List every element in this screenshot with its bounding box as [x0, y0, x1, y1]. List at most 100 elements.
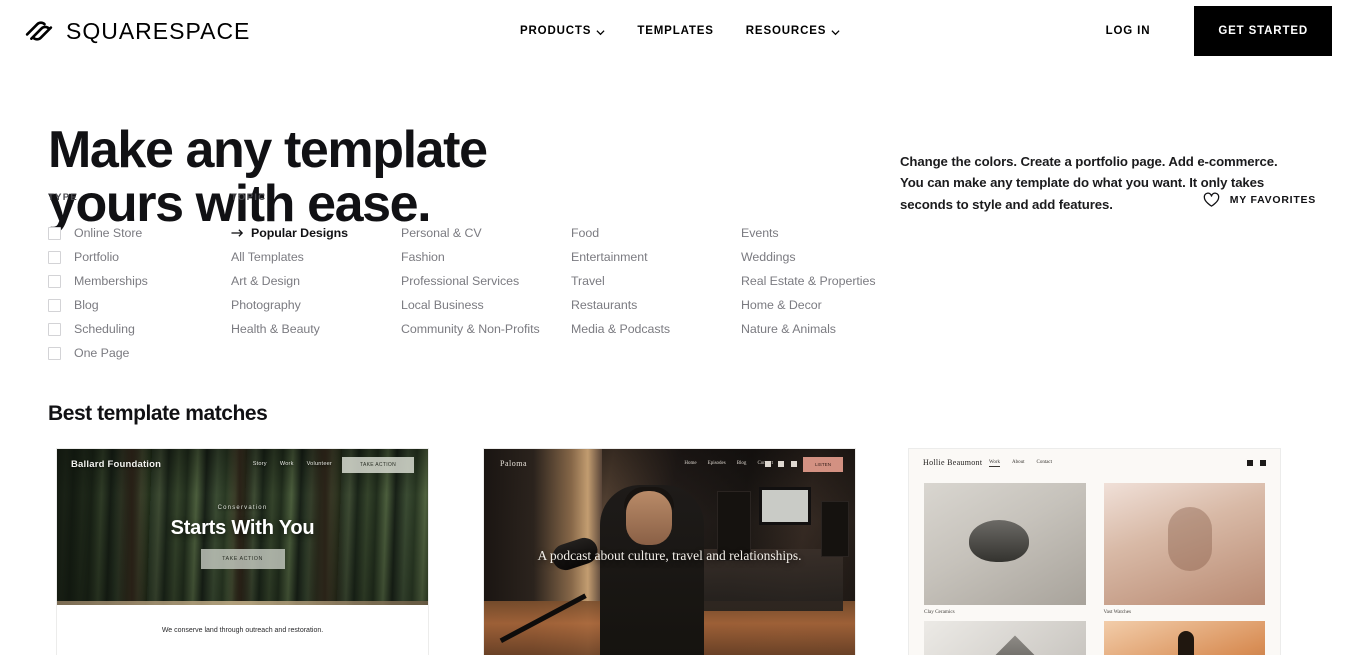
topic-all-templates[interactable]: All Templates: [231, 245, 401, 269]
topic-label: Home & Decor: [741, 298, 822, 312]
topic-art-and-design[interactable]: Art & Design: [231, 269, 401, 293]
topic-media-and-podcasts[interactable]: Media & Podcasts: [571, 317, 741, 341]
nav-templates-label: TEMPLATES: [637, 25, 714, 37]
template-site-nav: Work About Contact: [989, 460, 1052, 467]
topic-events[interactable]: Events: [741, 221, 911, 245]
topic-filter-section: TOPIC Popular Designs All Templates Art …: [231, 192, 1131, 341]
template-nav-button-label: LISTEN: [814, 462, 832, 467]
checkbox-icon[interactable]: [48, 346, 61, 360]
topic-label: Media & Podcasts: [571, 322, 671, 336]
topic-community-and-non-profits[interactable]: Community & Non-Profits: [401, 317, 571, 341]
topic-label: Restaurants: [571, 298, 638, 312]
topic-label: Real Estate & Properties: [741, 274, 876, 288]
pinterest-icon: [1247, 460, 1253, 466]
topic-label: Art & Design: [231, 274, 300, 288]
type-filter-one-page[interactable]: One Page: [48, 341, 218, 365]
topic-label: Community & Non-Profits: [401, 322, 540, 336]
type-filter-online-store[interactable]: Online Store: [48, 221, 218, 245]
checkbox-icon[interactable]: [48, 274, 61, 288]
topic-column-4: Events Weddings Real Estate & Properties…: [741, 221, 911, 341]
preview-decor: [759, 487, 811, 525]
brand-logo[interactable]: SQUARESPACE: [22, 14, 250, 48]
topic-label: Popular Designs: [251, 226, 349, 240]
my-favorites-button[interactable]: MY FAVORITES: [1203, 192, 1316, 208]
hero-section: Make any template yours with ease. Chang…: [0, 62, 1360, 230]
instagram-icon: [765, 461, 771, 467]
checkbox-icon[interactable]: [48, 250, 61, 264]
template-cta-button: TAKE ACTION: [200, 549, 285, 569]
type-filter-blog[interactable]: Blog: [48, 293, 218, 317]
topic-label: Personal & CV: [401, 226, 482, 240]
topic-food[interactable]: Food: [571, 221, 741, 245]
topic-health-and-beauty[interactable]: Health & Beauty: [231, 317, 401, 341]
results-heading: Best template matches: [48, 402, 268, 425]
topic-label: Weddings: [741, 250, 796, 264]
topic-entertainment[interactable]: Entertainment: [571, 245, 741, 269]
topic-label: Professional Services: [401, 274, 520, 288]
type-filter-scheduling[interactable]: Scheduling: [48, 317, 218, 341]
template-nav-item: Blog: [736, 461, 747, 466]
template-card-ballard-foundation[interactable]: Ballard Foundation Story Work Volunteer …: [56, 448, 429, 655]
facebook-icon: [791, 461, 797, 467]
primary-nav: PRODUCTS TEMPLATES RESOURCES: [520, 0, 840, 62]
topic-filter-grid: Popular Designs All Templates Art & Desi…: [231, 221, 1131, 341]
topic-column-1: Popular Designs All Templates Art & Desi…: [231, 221, 401, 341]
portfolio-caption: Clay Ceramics: [924, 609, 955, 615]
template-nav-item: Episodes: [707, 461, 726, 466]
template-nav-item: Work: [989, 460, 1000, 467]
template-cta-label: TAKE ACTION: [222, 556, 263, 562]
checkbox-icon[interactable]: [48, 226, 61, 240]
brand-name: SQUARESPACE: [66, 17, 251, 44]
topic-weddings[interactable]: Weddings: [741, 245, 911, 269]
template-nav-item: Volunteer: [306, 461, 332, 467]
preview-decor: [821, 501, 849, 557]
portfolio-thumbnail: [1103, 483, 1265, 605]
topic-restaurants[interactable]: Restaurants: [571, 293, 741, 317]
template-nav-item: Contact: [1036, 460, 1053, 465]
template-site-name: Hollie Beaumont: [923, 458, 983, 467]
mail-icon: [778, 461, 784, 467]
nav-templates[interactable]: TEMPLATES: [637, 25, 713, 37]
checkbox-icon[interactable]: [48, 322, 61, 336]
topic-label: Travel: [571, 274, 605, 288]
topic-label: Entertainment: [571, 250, 648, 264]
topic-personal-and-cv[interactable]: Personal & CV: [401, 221, 571, 245]
template-caption-area: We conserve land through outreach and re…: [57, 605, 428, 655]
topic-fashion[interactable]: Fashion: [401, 245, 571, 269]
template-nav-item: Work: [279, 461, 294, 467]
header-actions: LOG IN GET STARTED: [1106, 0, 1360, 62]
portfolio-caption: Vast Watches: [1103, 609, 1132, 615]
topic-local-business[interactable]: Local Business: [401, 293, 571, 317]
topic-home-and-decor[interactable]: Home & Decor: [741, 293, 911, 317]
portfolio-item: Clay Ceramics: [924, 483, 1086, 615]
topic-label: Local Business: [401, 298, 484, 312]
checkbox-icon[interactable]: [48, 298, 61, 312]
topic-label: Nature & Animals: [741, 322, 836, 336]
type-filter-label: One Page: [74, 346, 130, 360]
topic-professional-services[interactable]: Professional Services: [401, 269, 571, 293]
log-in-button[interactable]: LOG IN: [1106, 25, 1151, 37]
template-site-nav: Story Work Volunteer: [253, 461, 332, 467]
topic-popular-designs[interactable]: Popular Designs: [231, 221, 401, 245]
topic-nature-and-animals[interactable]: Nature & Animals: [741, 317, 911, 341]
get-started-button[interactable]: GET STARTED: [1194, 6, 1332, 56]
nav-resources[interactable]: RESOURCES: [746, 25, 841, 37]
nav-products[interactable]: PRODUCTS: [520, 25, 605, 37]
type-filter-memberships[interactable]: Memberships: [48, 269, 218, 293]
type-filter-portfolio[interactable]: Portfolio: [48, 245, 218, 269]
twitter-icon: [1260, 460, 1266, 466]
topic-real-estate-and-properties[interactable]: Real Estate & Properties: [741, 269, 911, 293]
topic-label: Events: [741, 226, 779, 240]
topic-photography[interactable]: Photography: [231, 293, 401, 317]
type-filter-label: Memberships: [74, 274, 148, 288]
template-card-paloma[interactable]: Paloma Home Episodes Blog Contact LISTEN…: [483, 448, 856, 655]
topic-travel[interactable]: Travel: [571, 269, 741, 293]
topic-filter-heading: TOPIC: [231, 192, 267, 203]
heart-icon: [1203, 192, 1220, 207]
chevron-down-icon: [831, 29, 840, 35]
nav-products-label: PRODUCTS: [520, 25, 592, 37]
template-site-name: Ballard Foundation: [71, 459, 162, 470]
topic-label: Photography: [231, 298, 301, 312]
template-social-icons: [1247, 460, 1266, 466]
template-card-hollie-beaumont[interactable]: Hollie Beaumont Work About Contact Clay …: [908, 448, 1281, 655]
